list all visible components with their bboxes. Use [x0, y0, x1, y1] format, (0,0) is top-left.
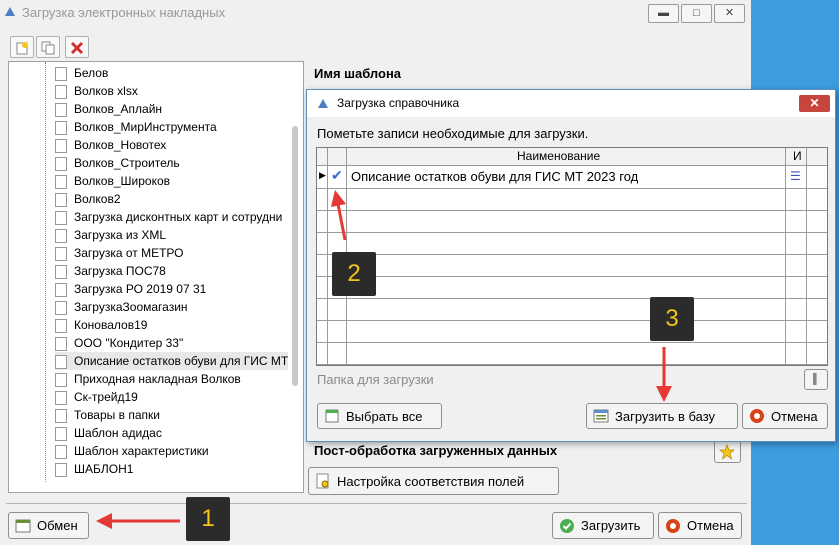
- annotation-badge-3: 3: [650, 297, 694, 341]
- arrow-2: [331, 190, 347, 241]
- arrow-3: [656, 347, 672, 402]
- annotation-overlay: [96, 190, 672, 529]
- annotation-badge-1: 1: [186, 497, 230, 541]
- annotation-badge-2: 2: [332, 252, 376, 296]
- arrow-1: [96, 513, 180, 529]
